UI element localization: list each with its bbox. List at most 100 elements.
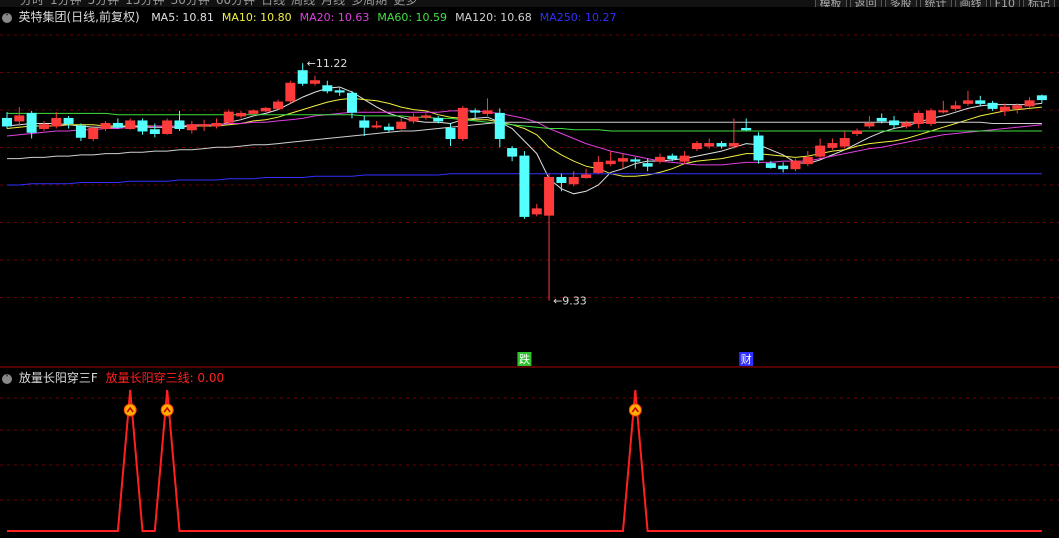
ma-legend-item: MA60: 10.59 [377,11,448,24]
candle-body [322,85,333,92]
candle-body [88,127,99,140]
candle-body [815,145,826,157]
candle-body [470,110,481,113]
candle-body [691,143,702,150]
candle-body [2,117,12,127]
candle-body [359,120,370,128]
candle-body [310,80,320,84]
candle-body [568,176,579,185]
candle-body [926,110,936,124]
candle-body [260,107,271,112]
candle-body [396,121,407,129]
event-marker-label: 跌 [519,352,530,366]
candle-body [297,70,308,84]
candle-body [63,117,74,124]
ma-legend-item: MA5: 10.81 [151,11,214,24]
candle-body [494,112,505,140]
candle-body [1012,105,1023,109]
candle-body [248,110,259,114]
candle-body [593,161,604,173]
candle-body [457,107,468,140]
candle-body [913,112,924,124]
candle-body [901,122,912,127]
candle-body [987,102,998,109]
candle-body [1024,100,1035,107]
candle-body [876,117,887,122]
candle-body [174,120,185,129]
candle-body [519,155,530,217]
candle-body [38,124,49,129]
signal-up-icon [123,403,137,417]
candle-body [938,110,949,113]
candle-body [765,163,776,168]
candle-body [1036,95,1047,101]
candle-body [962,100,973,104]
candle-body [149,129,160,135]
candle-body [186,124,197,131]
event-marker-label: 财 [741,352,752,366]
candle-body [223,111,234,123]
candle-body [889,120,900,126]
candle-body [445,127,456,140]
candle-body [716,143,727,147]
candle-body [975,100,986,104]
candle-body [383,126,394,131]
ma-legend-item: MA250: 10.27 [539,11,617,24]
candle-body [273,101,284,109]
candle-body [827,143,838,148]
candle-body [433,117,444,122]
candle-body [864,122,875,127]
candle-body [112,122,123,128]
candle-body [605,160,616,165]
indicator-name: 放量长阳穿三F [18,371,98,385]
candle-body [420,115,431,118]
candle-body [211,122,222,127]
indicator-legend: ˅ 放量长阳穿三F 放量长阳穿三线: 0.00 [2,370,224,386]
candle-body [556,176,567,183]
candle-body [236,112,247,117]
candle-body [704,143,715,147]
candle-body [14,115,25,122]
stock-title: 英特集团(日线,前复权) [18,10,140,24]
candle-body [162,120,173,135]
candle-body [654,156,665,162]
candle-body [741,127,752,131]
candle-body [482,110,493,114]
candle-body [26,112,37,133]
candle-body [950,105,961,109]
candle-body [618,158,628,162]
candle-body [137,120,148,132]
candle-body [507,148,518,157]
candle-body [839,138,850,147]
price-annotation: ←11.22 [307,57,348,70]
candle-body [199,124,210,127]
candle-body [75,125,86,138]
candle-body [667,155,678,160]
ma-legend-item: MA10: 10.80 [221,11,292,24]
candle-body [51,117,62,127]
candle-body [642,163,653,167]
candle-body [753,135,764,161]
candle-body [125,120,136,129]
ma-legend-item: MA20: 10.63 [299,11,370,24]
kline-chart[interactable]: ←11.22 ←9.33 跌 财 [0,0,1059,538]
candle-body [802,156,813,165]
candle-body [728,143,739,147]
chevron-down-icon[interactable]: ˅ [2,13,12,23]
candle-body [371,125,382,128]
candle-body [544,176,555,216]
candle-body [334,90,345,93]
price-annotation: ←9.33 [553,295,587,308]
candle-body [790,160,801,170]
candle-body [581,174,592,178]
main-legend: ˅ 英特集团(日线,前复权) MA5: 10.81 MA10: 10.80 MA20… [2,9,625,25]
signal-up-icon [160,403,174,417]
signal-up-icon [628,403,642,417]
indicator-value: 放量长阳穿三线: 0.00 [105,371,225,385]
candle-body [285,82,296,102]
candle-body [630,159,641,162]
candle-body [408,116,419,122]
chevron-down-icon[interactable]: ˅ [2,373,12,384]
candle-body [679,155,690,162]
candle-body [852,130,863,135]
